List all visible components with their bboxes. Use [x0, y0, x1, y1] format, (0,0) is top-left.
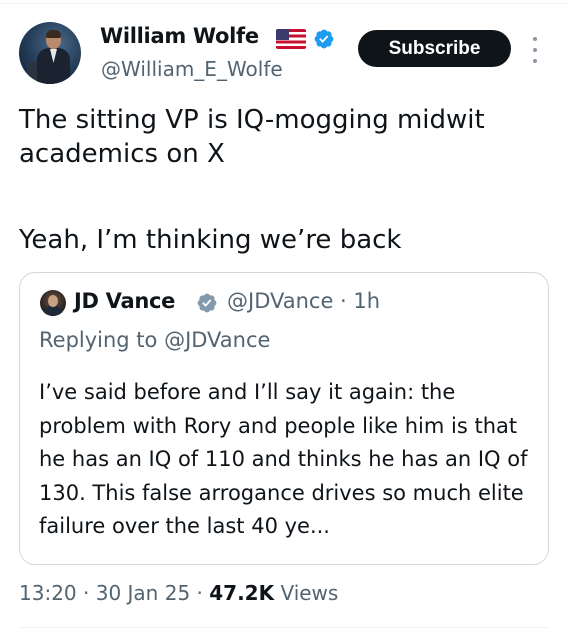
author-avatar[interactable]: [19, 22, 81, 84]
tweet-date[interactable]: 30 Jan 25: [96, 581, 190, 605]
meta-separator: ·: [196, 581, 203, 605]
tweet-meta: 13:20 · 30 Jan 25 · 47.2K Views: [19, 581, 338, 605]
quoted-author-name[interactable]: JD Vance: [74, 289, 175, 313]
quoted-tweet-card[interactable]: JD Vance @JDVance · 1h Replying to @JDVa…: [19, 272, 549, 565]
author-name[interactable]: William Wolfe: [100, 24, 259, 48]
bottom-divider: [19, 627, 549, 628]
author-handle[interactable]: @William_E_Wolfe: [101, 57, 283, 81]
views-count: 47.2K: [209, 581, 275, 605]
quoted-handle-and-time[interactable]: @JDVance · 1h: [227, 289, 380, 313]
top-divider: [0, 3, 568, 4]
meta-separator: ·: [83, 581, 90, 605]
quoted-tweet-text: I’ve said before and I’ll say it again: …: [39, 380, 528, 538]
us-flag-icon: [276, 29, 306, 49]
quoted-author-avatar[interactable]: [40, 290, 66, 316]
tweet-time[interactable]: 13:20: [19, 581, 77, 605]
subscribe-button[interactable]: Subscribe: [358, 30, 511, 67]
gray-verified-icon: [197, 293, 217, 313]
replying-to-label: Replying to @JDVance: [39, 328, 271, 352]
verified-badge-icon: [314, 29, 334, 49]
views-label: Views: [280, 581, 339, 605]
tweet-text-second-paragraph: Yeah, I’m thinking we’re back: [19, 225, 402, 255]
more-vertical-icon[interactable]: [530, 37, 540, 63]
tweet-text: The sitting VP is IQ-mogging midwit acad…: [19, 105, 485, 169]
